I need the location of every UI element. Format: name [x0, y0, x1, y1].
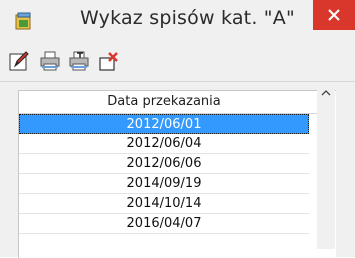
column-header-label: Data przekazania — [107, 94, 221, 109]
print-button[interactable] — [39, 50, 61, 72]
scroll-up-arrow-icon[interactable] — [321, 89, 331, 97]
vertical-scrollbar[interactable] — [317, 82, 335, 249]
exit-button[interactable] — [98, 50, 120, 72]
list-item[interactable]: 2012/06/01 — [19, 114, 309, 134]
list-panel: Data przekazania 2012/06/01 2012/06/04 201… — [0, 82, 355, 258]
list-item[interactable]: 2014/10/14 — [19, 194, 309, 214]
list-item[interactable]: 2014/09/19 — [19, 174, 309, 194]
close-button[interactable] — [313, 0, 355, 30]
print-text-button[interactable] — [68, 50, 90, 72]
toolbar — [0, 40, 355, 82]
close-icon — [328, 9, 340, 21]
date-list[interactable]: Data przekazania 2012/06/01 2012/06/04 201… — [18, 90, 336, 258]
edit-icon — [9, 51, 29, 71]
list-item[interactable]: 2012/06/06 — [19, 154, 309, 174]
window-title: Wykaz spisów kat. "A" — [80, 7, 295, 29]
exit-icon — [99, 52, 118, 71]
print-text-icon — [69, 51, 89, 71]
list-rows: 2012/06/01 2012/06/04 2012/06/06 2014/09/19… — [19, 114, 309, 234]
title-bar: Wykaz spisów kat. "A" — [0, 0, 355, 40]
print-icon — [40, 51, 60, 71]
column-header[interactable]: Data przekazania — [19, 91, 331, 114]
edit-button[interactable] — [8, 50, 30, 72]
list-item[interactable]: 2016/04/07 — [19, 214, 309, 234]
app-icon — [14, 12, 34, 32]
list-item[interactable]: 2012/06/04 — [19, 134, 309, 154]
